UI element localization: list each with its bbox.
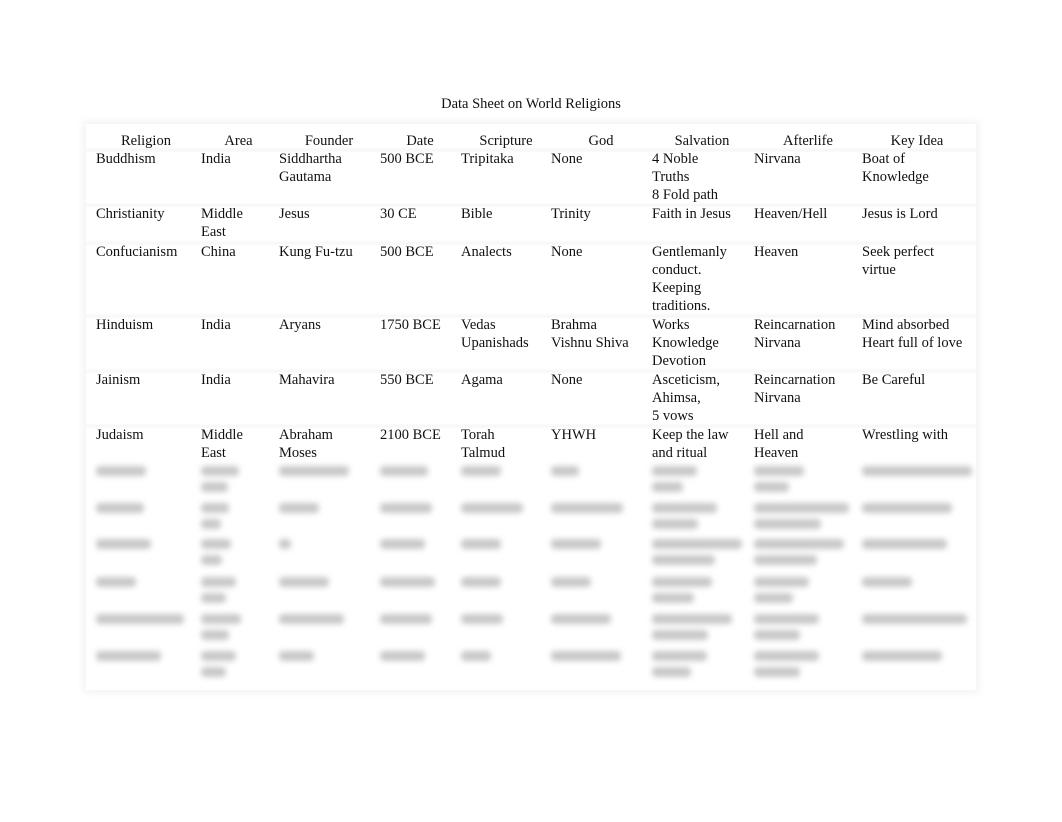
redacted-cell xyxy=(754,482,789,492)
redacted-cell xyxy=(279,651,314,661)
redacted-cell xyxy=(201,577,236,587)
redacted-cell xyxy=(862,503,952,513)
table-cell: Reincarnation Nirvana xyxy=(754,372,836,406)
row-divider xyxy=(86,202,976,208)
redacted-cell xyxy=(652,614,732,624)
redacted-cell xyxy=(461,503,523,513)
table-cell: Seek perfect virtue xyxy=(862,244,935,278)
table-cell: Boat of Knowledge xyxy=(862,151,929,185)
redacted-cell xyxy=(201,539,231,549)
redacted-cell xyxy=(96,577,136,587)
redacted-cell xyxy=(862,539,947,549)
redacted-cell xyxy=(461,577,501,587)
redacted-cell xyxy=(551,577,591,587)
redacted-cell xyxy=(652,630,708,640)
table-cell: Vedas Upanishads xyxy=(461,317,529,351)
redacted-cell xyxy=(380,466,428,476)
redacted-cell xyxy=(551,651,621,661)
redacted-cell xyxy=(652,519,698,529)
redacted-cell xyxy=(380,539,425,549)
redacted-cell xyxy=(652,593,694,603)
redacted-cell xyxy=(754,593,793,603)
redacted-cell xyxy=(201,482,228,492)
table-cell: Middle East xyxy=(201,427,243,461)
redacted-cell xyxy=(201,630,229,640)
redacted-cell xyxy=(380,503,432,513)
redacted-cell xyxy=(96,614,184,624)
redacted-cell xyxy=(201,503,229,513)
redacted-cell xyxy=(96,539,151,549)
redacted-cell xyxy=(461,466,501,476)
table-cell: Asceticism, Ahimsa, 5 vows xyxy=(652,372,721,424)
row-divider xyxy=(86,368,976,374)
table-cell: Hell and Heaven xyxy=(754,427,804,461)
redacted-cell xyxy=(380,651,425,661)
redacted-cell xyxy=(652,503,717,513)
redacted-cell xyxy=(754,539,844,549)
redacted-cell xyxy=(96,466,146,476)
redacted-cell xyxy=(754,555,817,565)
redacted-cell xyxy=(754,466,804,476)
row-divider xyxy=(86,147,976,153)
redacted-cell xyxy=(652,482,683,492)
redacted-cell xyxy=(461,651,491,661)
redacted-cell xyxy=(652,577,712,587)
redacted-cell xyxy=(201,651,236,661)
redacted-cell xyxy=(862,651,942,661)
redacted-cell xyxy=(862,614,967,624)
redacted-cell xyxy=(754,651,819,661)
table-cell: Mind absorbed Heart full of love xyxy=(862,317,963,351)
row-divider xyxy=(86,423,976,429)
redacted-cell xyxy=(461,539,501,549)
redacted-cell xyxy=(551,503,623,513)
redacted-cell xyxy=(201,667,226,677)
redacted-cell xyxy=(551,466,579,476)
table-cell: Torah Talmud xyxy=(461,427,506,461)
redacted-cell xyxy=(279,466,349,476)
document-title: Data Sheet on World Religions xyxy=(441,96,621,112)
redacted-cell xyxy=(201,555,222,565)
redacted-cell xyxy=(551,539,601,549)
redacted-cell xyxy=(754,503,849,513)
table-cell: Reincarnation Nirvana xyxy=(754,317,836,351)
redacted-cell xyxy=(754,577,809,587)
table-cell: 4 Noble Truths 8 Fold path xyxy=(652,151,719,203)
redacted-cell xyxy=(279,614,344,624)
redacted-cell xyxy=(754,614,819,624)
redacted-cell xyxy=(201,614,241,624)
redacted-cell xyxy=(201,466,239,476)
redacted-cell xyxy=(652,555,715,565)
redacted-cell xyxy=(201,593,226,603)
redacted-cell xyxy=(551,614,611,624)
religions-table: Religion Area Founder Date Scripture God Salva… xyxy=(86,124,976,690)
redacted-cell xyxy=(380,577,435,587)
redacted-cell xyxy=(96,503,144,513)
redacted-cell xyxy=(96,651,161,661)
redacted-cell xyxy=(862,577,912,587)
table-cell: Abraham Moses xyxy=(279,427,333,461)
redacted-cell xyxy=(652,466,697,476)
redacted-cell xyxy=(380,614,432,624)
table-cell: Middle East xyxy=(201,206,243,240)
redacted-cell xyxy=(279,503,319,513)
table-cell: Siddhartha Gautama xyxy=(279,151,342,185)
redacted-cell xyxy=(279,539,291,549)
redacted-cell xyxy=(754,519,821,529)
redacted-cell xyxy=(754,630,800,640)
table-cell: Keep the law and ritual xyxy=(652,427,729,461)
redacted-cell xyxy=(862,466,972,476)
redacted-cell xyxy=(652,667,691,677)
redacted-cell xyxy=(279,577,329,587)
row-divider xyxy=(86,313,976,319)
redacted-cell xyxy=(201,519,221,529)
redacted-cell xyxy=(652,651,707,661)
row-divider xyxy=(86,240,976,246)
table-cell: Gentlemanly conduct. Keeping traditions. xyxy=(652,244,727,314)
redacted-cell xyxy=(652,539,742,549)
table-cell: Brahma Vishnu Shiva xyxy=(551,317,629,351)
redacted-cell xyxy=(754,667,800,677)
redacted-cell xyxy=(461,614,503,624)
table-cell: Works Knowledge Devotion xyxy=(652,317,719,369)
